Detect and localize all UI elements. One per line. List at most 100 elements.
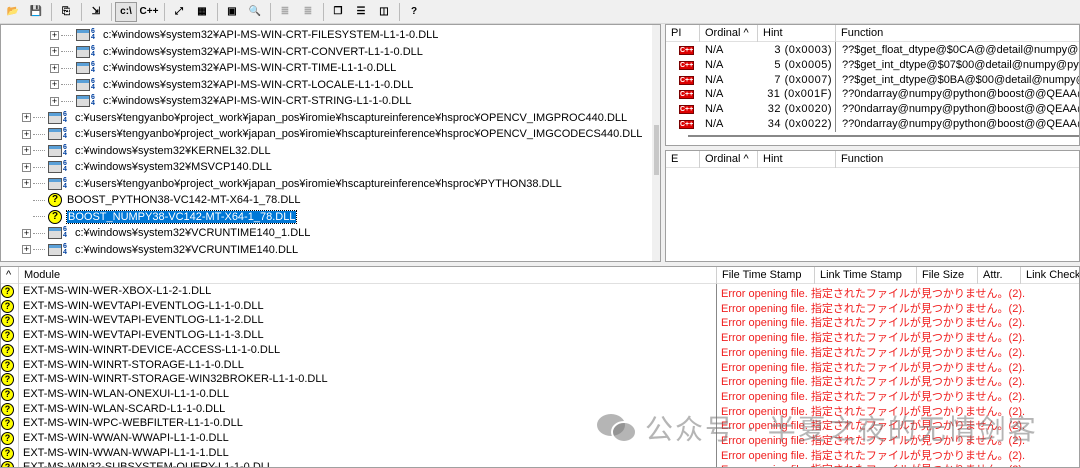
tree-item-label: c:¥users¥tengyanbo¥project_work¥japan_po… <box>75 177 562 190</box>
module-name[interactable]: EXT-MS-WIN-WPC-WEBFILTER-L1-1-0.DLL <box>23 417 243 429</box>
expand-toggle[interactable]: + <box>22 129 31 139</box>
module-icon <box>76 95 90 107</box>
tree-item[interactable]: +6 4 c:¥windows¥system32¥VCRUNTIME140.DLL <box>22 242 298 258</box>
tile-horizontal-button[interactable]: ☰ <box>350 2 372 22</box>
column-header-ordinal[interactable]: Ordinal ^ <box>700 25 758 42</box>
tree-vertical-scrollbar[interactable] <box>652 25 660 261</box>
module-icon <box>48 128 62 140</box>
tree-item[interactable]: +6 4 c:¥windows¥system32¥API-MS-WIN-CRT-CO… <box>50 44 423 60</box>
module-name[interactable]: EXT-MS-WIN-WWAN-WWAPI-L1-1-0.DLL <box>23 432 229 444</box>
cpp-function-icon: C++ <box>679 90 694 100</box>
missing-module-icon: ? <box>1 358 14 372</box>
expand-toggle[interactable]: + <box>22 146 31 155</box>
expand-toggle[interactable]: + <box>22 162 31 172</box>
tree-item[interactable]: +6 4 c:¥windows¥system32¥VCRUNTIME140_1.DL… <box>22 225 310 241</box>
cascade-button[interactable]: ❐ <box>327 2 349 22</box>
column-header-function[interactable]: Function <box>836 151 1079 168</box>
cascade-icon: ❐ <box>333 6 343 17</box>
horizontal-scrollbar-thumb[interactable] <box>688 135 1079 137</box>
x64-badge-icon: 64 <box>63 160 67 173</box>
find-button[interactable]: 🔍 <box>244 2 266 22</box>
module-list-header: ^ Module File Time Stamp Link Time Stamp Fil… <box>1 267 1079 284</box>
expand-toggle[interactable]: + <box>50 80 59 89</box>
function-name: ??$get_int_dtype@$0BA@$00@detail@numpy@p… <box>842 73 1079 86</box>
module-dependency-tree[interactable]: +6 4 c:¥windows¥system32¥API-MS-WIN-CRT-FI… <box>0 24 661 262</box>
module-list[interactable]: ^ Module File Time Stamp Link Time Stamp Fil… <box>0 266 1080 468</box>
error-message: Error opening file. 指定されたファイルが見つかりません。(2… <box>721 405 1026 418</box>
tree-item[interactable]: +6 4 c:¥windows¥system32¥API-MS-WIN-CRT-TI… <box>50 60 396 76</box>
module-name[interactable]: EXT-MS-WIN32-SUBSYSTEM-QUERY-L1-1-0.DLL <box>23 461 273 467</box>
module-name[interactable]: EXT-MS-WIN-WLAN-ONEXUI-L1-1-0.DLL <box>23 388 229 400</box>
column-header-file-time-stamp[interactable]: File Time Stamp <box>717 267 815 284</box>
tree-item[interactable]: +6 4 c:¥users¥tengyanbo¥project_work¥japan… <box>22 126 642 142</box>
system-info-icon: ▣ <box>227 6 237 17</box>
toolbar-separator <box>323 2 324 21</box>
missing-module-icon: ? <box>1 402 14 416</box>
find-icon: 🔍 <box>248 6 262 17</box>
open-icon: 📂 <box>6 6 20 17</box>
column-header-hint[interactable]: Hint <box>758 151 836 168</box>
tree-item[interactable]: +6 4 c:¥windows¥system32¥MSVCP140.DLL <box>22 159 272 175</box>
column-header-function[interactable]: Function <box>836 25 1079 42</box>
scrollbar-thumb[interactable] <box>654 125 659 175</box>
column-header-module[interactable]: Module <box>19 267 717 284</box>
tree-item[interactable]: +6 4 c:¥windows¥system32¥API-MS-WIN-CRT-ST… <box>50 93 411 109</box>
module-name[interactable]: EXT-MS-WIN-WEVTAPI-EVENTLOG-L1-1-3.DLL <box>23 329 264 341</box>
exports-list[interactable]: E Ordinal ^ Hint Function <box>665 150 1080 262</box>
column-header-pi[interactable]: PI <box>666 25 700 42</box>
highlight-export-button[interactable]: ≣ <box>297 2 319 22</box>
tree-item[interactable]: +6 4 c:¥windows¥system32¥KERNEL32.DLL <box>22 143 271 159</box>
column-header-e[interactable]: E <box>666 151 700 168</box>
tree-item[interactable]: +6 4 c:¥windows¥system32¥API-MS-WIN-CRT-FI… <box>50 27 438 43</box>
copy-button[interactable]: ⎘ <box>55 2 77 22</box>
column-header-attr[interactable]: Attr. <box>978 267 1021 284</box>
system-info-button[interactable]: ▣ <box>221 2 243 22</box>
column-header-hint[interactable]: Hint <box>758 25 836 42</box>
expand-toggle[interactable]: + <box>50 30 59 40</box>
properties-button[interactable]: ▦ <box>191 2 213 22</box>
column-header-ordinal[interactable]: Ordinal ^ <box>700 151 758 168</box>
missing-module-icon: ? <box>48 209 62 224</box>
c-path-icon: c:\ <box>120 6 132 17</box>
expand-toggle[interactable]: + <box>50 96 59 106</box>
view-full-paths-button[interactable]: ⇲ <box>85 2 107 22</box>
module-name[interactable]: EXT-MS-WIN-WINRT-STORAGE-WIN32BROKER-L1-… <box>23 373 328 385</box>
expand-toggle[interactable]: + <box>50 47 59 56</box>
ordinal: N/A <box>705 73 724 86</box>
hint: 3 (0x0003) <box>774 44 832 56</box>
column-header-link-time-stamp[interactable]: Link Time Stamp <box>815 267 917 284</box>
module-name[interactable]: EXT-MS-WIN-WLAN-SCARD-L1-1-0.DLL <box>23 403 225 415</box>
cpp-undecorate-button[interactable]: C++ <box>138 2 160 22</box>
tree-item[interactable]: +6 4 c:¥users¥tengyanbo¥project_work¥japan… <box>22 110 627 126</box>
expand-toggle[interactable]: + <box>22 113 31 122</box>
tree-item[interactable]: ? BOOST_PYTHON38-VC142-MT-X64-1_78.DLL <box>22 192 301 208</box>
column-header-file-size[interactable]: File Size <box>917 267 978 284</box>
module-name[interactable]: EXT-MS-WIN-WEVTAPI-EVENTLOG-L1-1-2.DLL <box>23 314 264 326</box>
save-button[interactable]: 💾 <box>25 2 47 22</box>
expand-toggle[interactable]: + <box>50 63 59 73</box>
column-header-[interactable]: ^ <box>1 267 19 284</box>
expand-toggle[interactable]: + <box>22 245 31 254</box>
highlight-import-button[interactable]: ≣ <box>274 2 296 22</box>
missing-module-icon: ? <box>1 387 14 401</box>
auto-expand-button[interactable]: ⤢ <box>168 2 190 22</box>
tree-item[interactable]: +6 4 c:¥windows¥system32¥API-MS-WIN-CRT-LO… <box>50 77 413 93</box>
tile-vertical-button[interactable]: ◫ <box>373 2 395 22</box>
open-button[interactable]: 📂 <box>2 2 24 22</box>
expand-toggle[interactable]: + <box>22 228 31 238</box>
parent-imports-list[interactable]: PI Ordinal ^ Hint Function C++ N/A 3 (0x0003)… <box>665 24 1080 146</box>
module-name[interactable]: EXT-MS-WIN-WER-XBOX-L1-2-1.DLL <box>23 285 211 297</box>
column-header-link-checks[interactable]: Link Checks <box>1021 267 1079 284</box>
module-name[interactable]: EXT-MS-WIN-WINRT-STORAGE-L1-1-0.DLL <box>23 359 244 371</box>
tree-item[interactable]: ? BOOST_NUMPY38-VC142-MT-X64-1_78.DLL <box>22 209 298 225</box>
c-path-button[interactable]: c:\ <box>115 1 137 22</box>
module-name[interactable]: EXT-MS-WIN-WWAN-WWAPI-L1-1-1.DLL <box>23 447 229 459</box>
error-message: Error opening file. 指定されたファイルが見つかりません。(2… <box>721 317 1026 330</box>
module-name[interactable]: EXT-MS-WIN-WEVTAPI-EVENTLOG-L1-1-0.DLL <box>23 300 264 312</box>
expand-toggle[interactable]: + <box>22 179 31 188</box>
module-icon <box>48 243 62 256</box>
toolbar-separator <box>51 2 52 21</box>
module-name[interactable]: EXT-MS-WIN-WINRT-DEVICE-ACCESS-L1-1-0.DL… <box>23 344 280 356</box>
tree-item[interactable]: +6 4 c:¥users¥tengyanbo¥project_work¥japan… <box>22 176 562 192</box>
help-button[interactable]: ? <box>403 2 425 22</box>
